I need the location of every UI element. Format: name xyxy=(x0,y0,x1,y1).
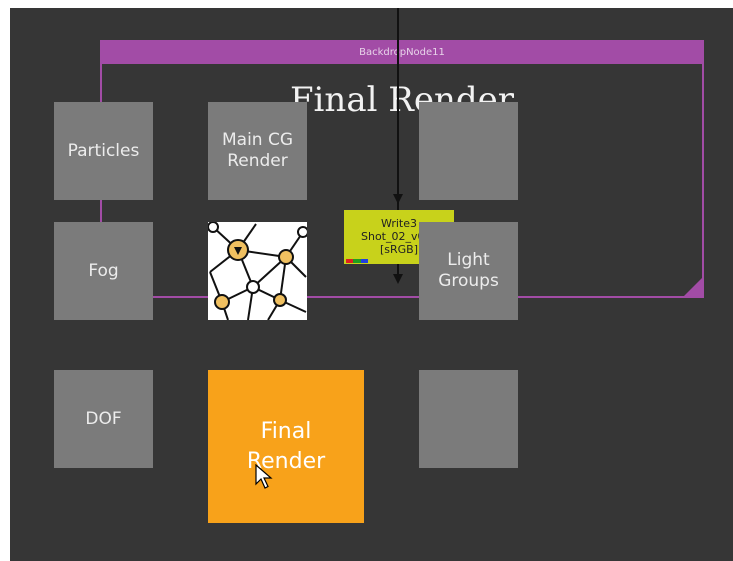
tile-empty-bottom-right[interactable] xyxy=(419,370,518,468)
tile-main-cg-render[interactable]: Main CG Render xyxy=(208,102,307,200)
tile-dof-label: DOF xyxy=(85,408,122,429)
arrow-head-icon xyxy=(393,274,403,284)
mouse-pointer-icon xyxy=(255,464,273,489)
tile-light-groups-label: Light Groups xyxy=(438,250,499,291)
arrow-head-icon xyxy=(393,194,403,204)
tile-main-cg-label: Main CG Render xyxy=(221,130,294,171)
tile-particles[interactable]: Particles xyxy=(54,102,153,200)
node-graph-canvas[interactable]: BackdropNode11 Final Render Write3 Shot_… xyxy=(10,8,733,561)
network-graph-icon xyxy=(208,222,307,320)
tile-empty-top-right[interactable] xyxy=(419,102,518,200)
backdrop-label[interactable]: BackdropNode11 xyxy=(102,42,702,64)
tile-fog[interactable]: Fog xyxy=(54,222,153,320)
tile-final-render[interactable]: Final Render xyxy=(208,370,364,523)
backdrop-resize-handle[interactable] xyxy=(684,278,702,296)
channel-indicator xyxy=(346,259,368,263)
tile-network-graph[interactable] xyxy=(208,222,307,320)
tile-fog-label: Fog xyxy=(88,260,119,281)
tile-particles-label: Particles xyxy=(67,140,140,161)
tile-light-groups[interactable]: Light Groups xyxy=(419,222,518,320)
backdrop-title: Final Render xyxy=(289,80,515,120)
tile-dof[interactable]: DOF xyxy=(54,370,153,468)
